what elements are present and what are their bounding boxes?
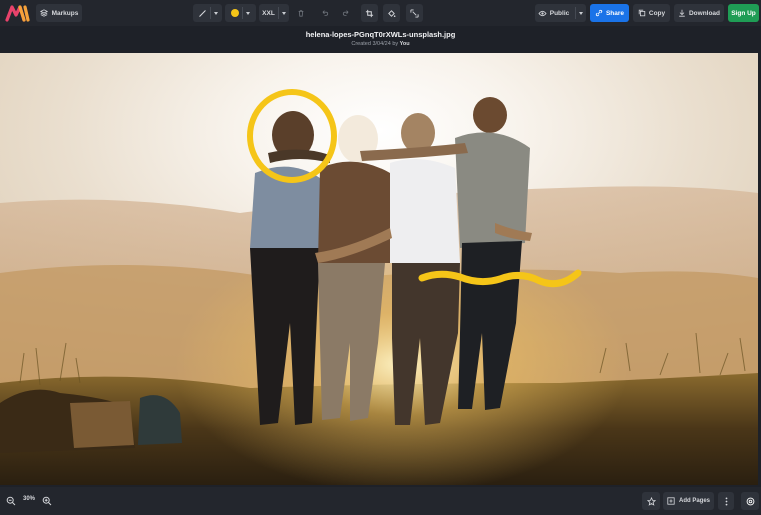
trash-icon	[298, 10, 304, 17]
pen-tool-button[interactable]	[193, 4, 222, 22]
bottom-bar: 30% Add Pages	[0, 487, 761, 515]
sunset-group-photo	[0, 53, 758, 485]
selection-icon	[410, 8, 419, 18]
stroke-size-label: XXL	[262, 9, 275, 17]
undo-icon	[322, 10, 328, 16]
zoom-level[interactable]: 30%	[20, 496, 38, 502]
redo-button[interactable]	[338, 4, 354, 22]
help-button[interactable]	[741, 492, 759, 510]
star-icon	[646, 496, 656, 506]
stroke-size-select[interactable]: XXL	[259, 4, 289, 22]
share-label: Share	[605, 9, 625, 17]
app-logo[interactable]	[5, 3, 31, 23]
download-label: Download	[688, 9, 721, 17]
crop-icon	[365, 9, 374, 17]
add-page-icon	[667, 497, 675, 505]
markups-button[interactable]: Markups	[36, 4, 82, 22]
chevron-down-icon	[246, 11, 250, 15]
copy-button[interactable]: Copy	[633, 4, 670, 22]
favorite-button[interactable]	[642, 492, 660, 510]
chevron-down-icon	[579, 11, 584, 15]
crop-button[interactable]	[361, 4, 378, 22]
top-toolbar: Markups XXL Public Share Copy Download S…	[0, 0, 761, 26]
layers-icon	[39, 9, 48, 17]
help-icon	[746, 497, 754, 505]
undo-button[interactable]	[316, 4, 332, 22]
link-icon	[595, 9, 603, 17]
copy-icon	[638, 9, 646, 17]
image-canvas[interactable]	[0, 53, 758, 485]
fill-tool-button[interactable]	[383, 4, 400, 22]
delete-button[interactable]	[293, 4, 309, 22]
zoom-in-icon	[42, 496, 52, 506]
color-picker-button[interactable]	[225, 4, 256, 22]
color-swatch	[231, 9, 239, 17]
redo-icon	[342, 10, 348, 16]
document-header: helena-lopes-PGnqT0rXWLs-unsplash.jpg Cr…	[0, 26, 761, 52]
pen-icon	[198, 9, 206, 17]
created-date: Created 3/04/24 by	[351, 41, 399, 47]
select-tool-button[interactable]	[406, 4, 423, 22]
zoom-out-button[interactable]	[3, 493, 19, 509]
download-icon	[679, 9, 685, 17]
add-pages-button[interactable]: Add Pages	[663, 492, 714, 510]
download-button[interactable]: Download	[674, 4, 724, 22]
sign-up-label: Sign Up	[731, 9, 756, 17]
zoom-out-icon	[6, 496, 16, 506]
visibility-label: Public	[549, 9, 570, 17]
add-pages-label: Add Pages	[678, 498, 710, 504]
markups-label: Markups	[51, 9, 79, 17]
share-button[interactable]: Share	[590, 4, 629, 22]
file-name: helena-lopes-PGnqT0rXWLs-unsplash.jpg	[305, 30, 456, 39]
eye-icon	[538, 10, 547, 16]
more-options-button[interactable]	[718, 492, 734, 510]
markup-app: Markups XXL Public Share Copy Download S…	[0, 0, 761, 515]
kebab-menu-icon	[725, 496, 727, 506]
chevron-down-icon	[281, 11, 286, 15]
zoom-in-button[interactable]	[39, 493, 55, 509]
copy-label: Copy	[648, 9, 666, 17]
created-by: You	[399, 41, 410, 47]
sign-up-button[interactable]: Sign Up	[728, 4, 759, 22]
paint-bucket-icon	[388, 9, 396, 17]
chevron-down-icon	[213, 11, 218, 15]
visibility-select[interactable]: Public	[535, 4, 586, 22]
created-info: Created 3/04/24 by You	[0, 41, 761, 47]
